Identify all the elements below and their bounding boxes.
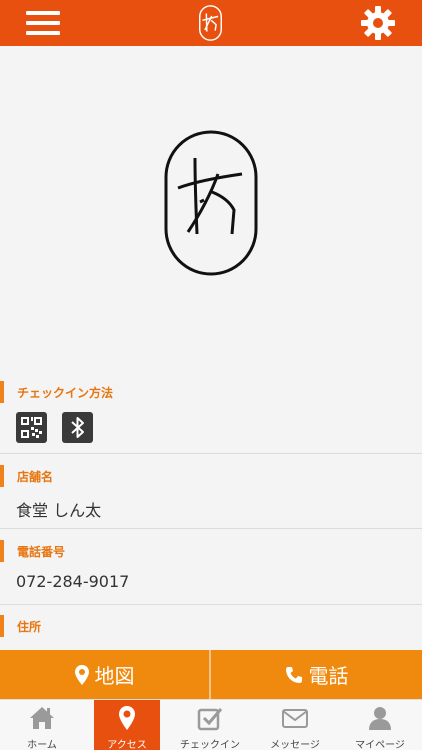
map-button-label: 地図: [94, 664, 135, 688]
shop-name-value: 食堂 しん太: [16, 501, 102, 520]
checkbox-icon: [197, 708, 223, 731]
home-icon: [30, 707, 54, 729]
phone-label-text: 電話番号: [17, 545, 66, 559]
divider: [0, 604, 422, 605]
tab-bar: ホーム アクセス チェックイン メッセージ マイページ: [0, 699, 422, 750]
divider: [0, 528, 422, 529]
checkin-method-label-text: チェックイン方法: [17, 386, 114, 400]
phone-button[interactable]: 電話: [211, 650, 422, 699]
phone-icon: [285, 666, 302, 683]
app-screen: チェックイン方法 店舗名 食堂 しん太 電話番号 072-284-9017 住所…: [0, 0, 422, 750]
tab-home[interactable]: ホーム: [0, 700, 84, 750]
tab-checkin-label: チェックイン: [180, 740, 240, 750]
bluetooth-icon[interactable]: [62, 412, 93, 443]
header-bar: [0, 0, 422, 46]
person-icon: [369, 707, 391, 730]
qr-code-icon[interactable]: [16, 412, 47, 443]
tab-access-label: アクセス: [107, 740, 147, 750]
hamburger-icon[interactable]: [26, 9, 60, 37]
phone-value[interactable]: 072-284-9017: [16, 572, 129, 591]
envelope-icon: [282, 709, 308, 728]
tab-home-label: ホーム: [27, 740, 57, 750]
shop-logo: [164, 130, 258, 276]
tab-message[interactable]: メッセージ: [253, 700, 337, 750]
phone-button-label: 電話: [308, 664, 349, 688]
address-label-text: 住所: [17, 620, 42, 634]
shop-name-label-text: 店舗名: [17, 470, 54, 484]
divider: [0, 453, 422, 454]
shop-logo-area: [0, 46, 422, 376]
brand-logo-icon: [199, 5, 222, 41]
tab-checkin[interactable]: チェックイン: [168, 700, 252, 750]
tab-mypage[interactable]: マイページ: [338, 700, 422, 750]
action-bar: 地図 電話: [0, 650, 422, 699]
map-pin-icon: [119, 706, 135, 730]
map-button[interactable]: 地図: [0, 650, 209, 699]
gear-icon[interactable]: [360, 5, 396, 41]
tab-access[interactable]: アクセス: [94, 700, 160, 750]
tab-mypage-label: マイページ: [355, 740, 405, 750]
tab-message-label: メッセージ: [270, 740, 320, 750]
map-pin-icon: [74, 664, 89, 685]
